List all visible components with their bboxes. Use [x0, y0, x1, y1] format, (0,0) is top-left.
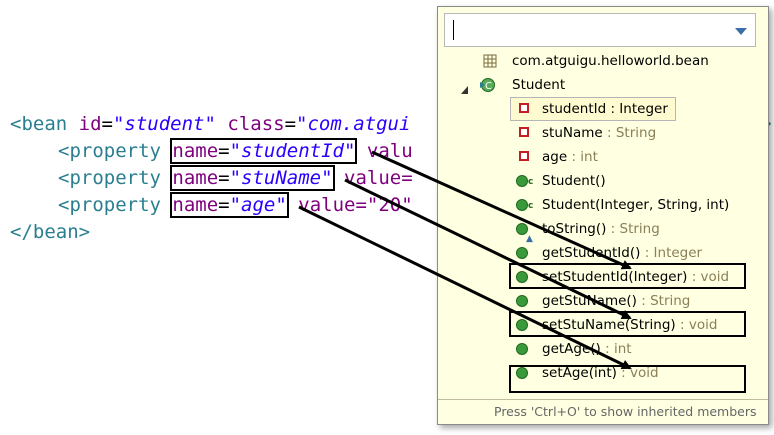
arrow-age [298, 205, 632, 370]
mapping-arrows [298, 150, 632, 370]
arrow-studentid [371, 150, 632, 270]
